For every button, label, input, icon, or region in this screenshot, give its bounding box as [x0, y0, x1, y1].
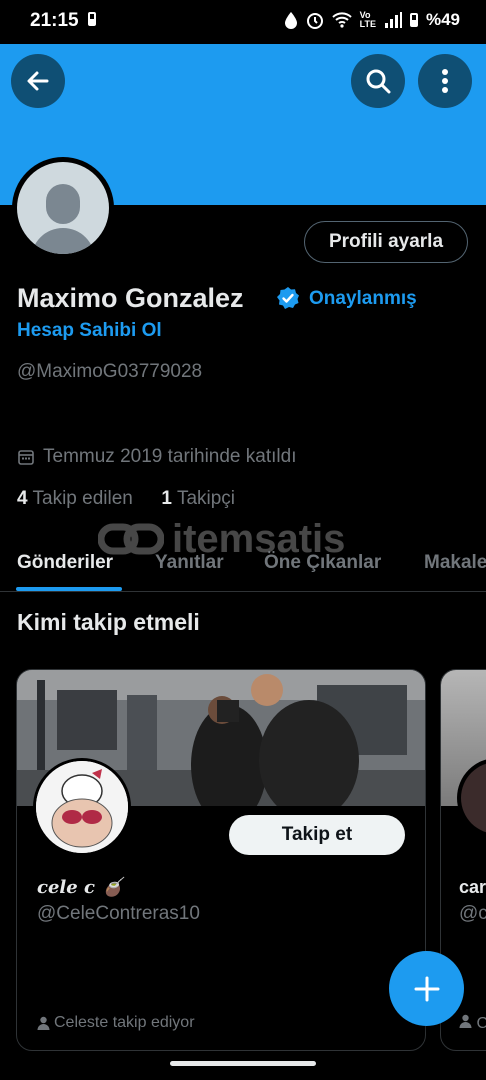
following-count: 4 — [17, 488, 28, 509]
followers-count: 1 — [161, 488, 172, 509]
suggestion-avatar[interactable] — [33, 758, 131, 856]
edit-profile-button[interactable]: Profili ayarla — [304, 221, 468, 263]
mutual-follower-text: C — [476, 1015, 486, 1032]
status-bar: 21:15 Vo LTE %49 — [0, 0, 486, 44]
signal-icon — [384, 12, 402, 28]
followers-link[interactable]: 1 Takipçi — [161, 488, 235, 509]
join-date-text: Temmuz 2019 tarihinde katıldı — [43, 446, 297, 467]
tab-posts[interactable]: Gönderiler — [17, 552, 113, 574]
following-label: Takip edilen — [32, 488, 133, 509]
more-vertical-icon — [442, 69, 448, 93]
following-link[interactable]: 4 Takip edilen — [17, 488, 133, 509]
profile-name: Maximo Gonzalez — [17, 283, 244, 313]
tab-articles[interactable]: Makale — [424, 552, 486, 574]
suggestion-handle: @CeleContreras10 — [37, 903, 200, 924]
follow-stats: 4 Takip edilen 1 Takipçi — [17, 488, 235, 510]
volte-icon: Vo LTE — [359, 10, 376, 29]
suggestion-name: cele c 🧉 — [37, 877, 124, 898]
compose-post-button[interactable] — [389, 951, 464, 1026]
status-icons: Vo LTE %49 — [284, 10, 460, 30]
calendar-icon — [18, 450, 34, 465]
status-time: 21:15 — [30, 10, 79, 31]
user-avatar-image — [36, 761, 128, 853]
search-icon — [366, 69, 391, 94]
person-icon — [459, 1014, 472, 1028]
suggestion-name: car — [459, 877, 486, 897]
join-date: Temmuz 2019 tarihinde katıldı — [17, 446, 296, 468]
profile-avatar[interactable] — [12, 157, 114, 259]
battery-level-icon — [409, 13, 418, 27]
who-to-follow-title: Kimi takip etmeli — [17, 609, 200, 635]
more-options-button[interactable] — [418, 54, 472, 108]
tab-highlights[interactable]: Öne Çıkanlar — [264, 552, 381, 574]
default-avatar-icon — [17, 162, 109, 254]
plus-icon — [414, 976, 439, 1001]
profile-tabs: Gönderiler Yanıtlar Öne Çıkanlar Makale — [0, 545, 486, 592]
verified-badge-icon[interactable] — [276, 286, 300, 310]
battery-icon — [88, 12, 96, 31]
home-indicator[interactable] — [170, 1061, 316, 1066]
wifi-icon — [331, 12, 352, 28]
suggestion-card[interactable]: Takip et cele c 🧉 @CeleContreras10 Celes… — [16, 669, 426, 1051]
battery-percentage: %49 — [425, 10, 460, 29]
suggestion-handle: @c — [459, 903, 486, 924]
alarm-icon — [306, 13, 323, 29]
mutual-follower-text: Celeste takip ediyor — [54, 1014, 195, 1031]
active-tab-indicator — [16, 587, 122, 591]
tab-replies[interactable]: Yanıtlar — [155, 552, 224, 574]
followers-label: Takipçi — [176, 488, 236, 509]
become-owner-link[interactable]: Hesap Sahibi Ol — [17, 320, 162, 342]
mutual-follower-note: C — [459, 1014, 486, 1033]
person-icon — [37, 1016, 50, 1030]
back-button[interactable] — [11, 54, 65, 108]
verified-label[interactable]: Onaylanmış — [309, 288, 417, 310]
mutual-follower-note: Celeste takip ediyor — [37, 1014, 195, 1032]
follow-button[interactable]: Takip et — [229, 815, 405, 855]
arrow-left-icon — [27, 71, 49, 91]
profile-handle: @MaximoG03779028 — [17, 361, 203, 382]
search-button[interactable] — [351, 54, 405, 108]
water-drop-icon — [284, 12, 297, 29]
